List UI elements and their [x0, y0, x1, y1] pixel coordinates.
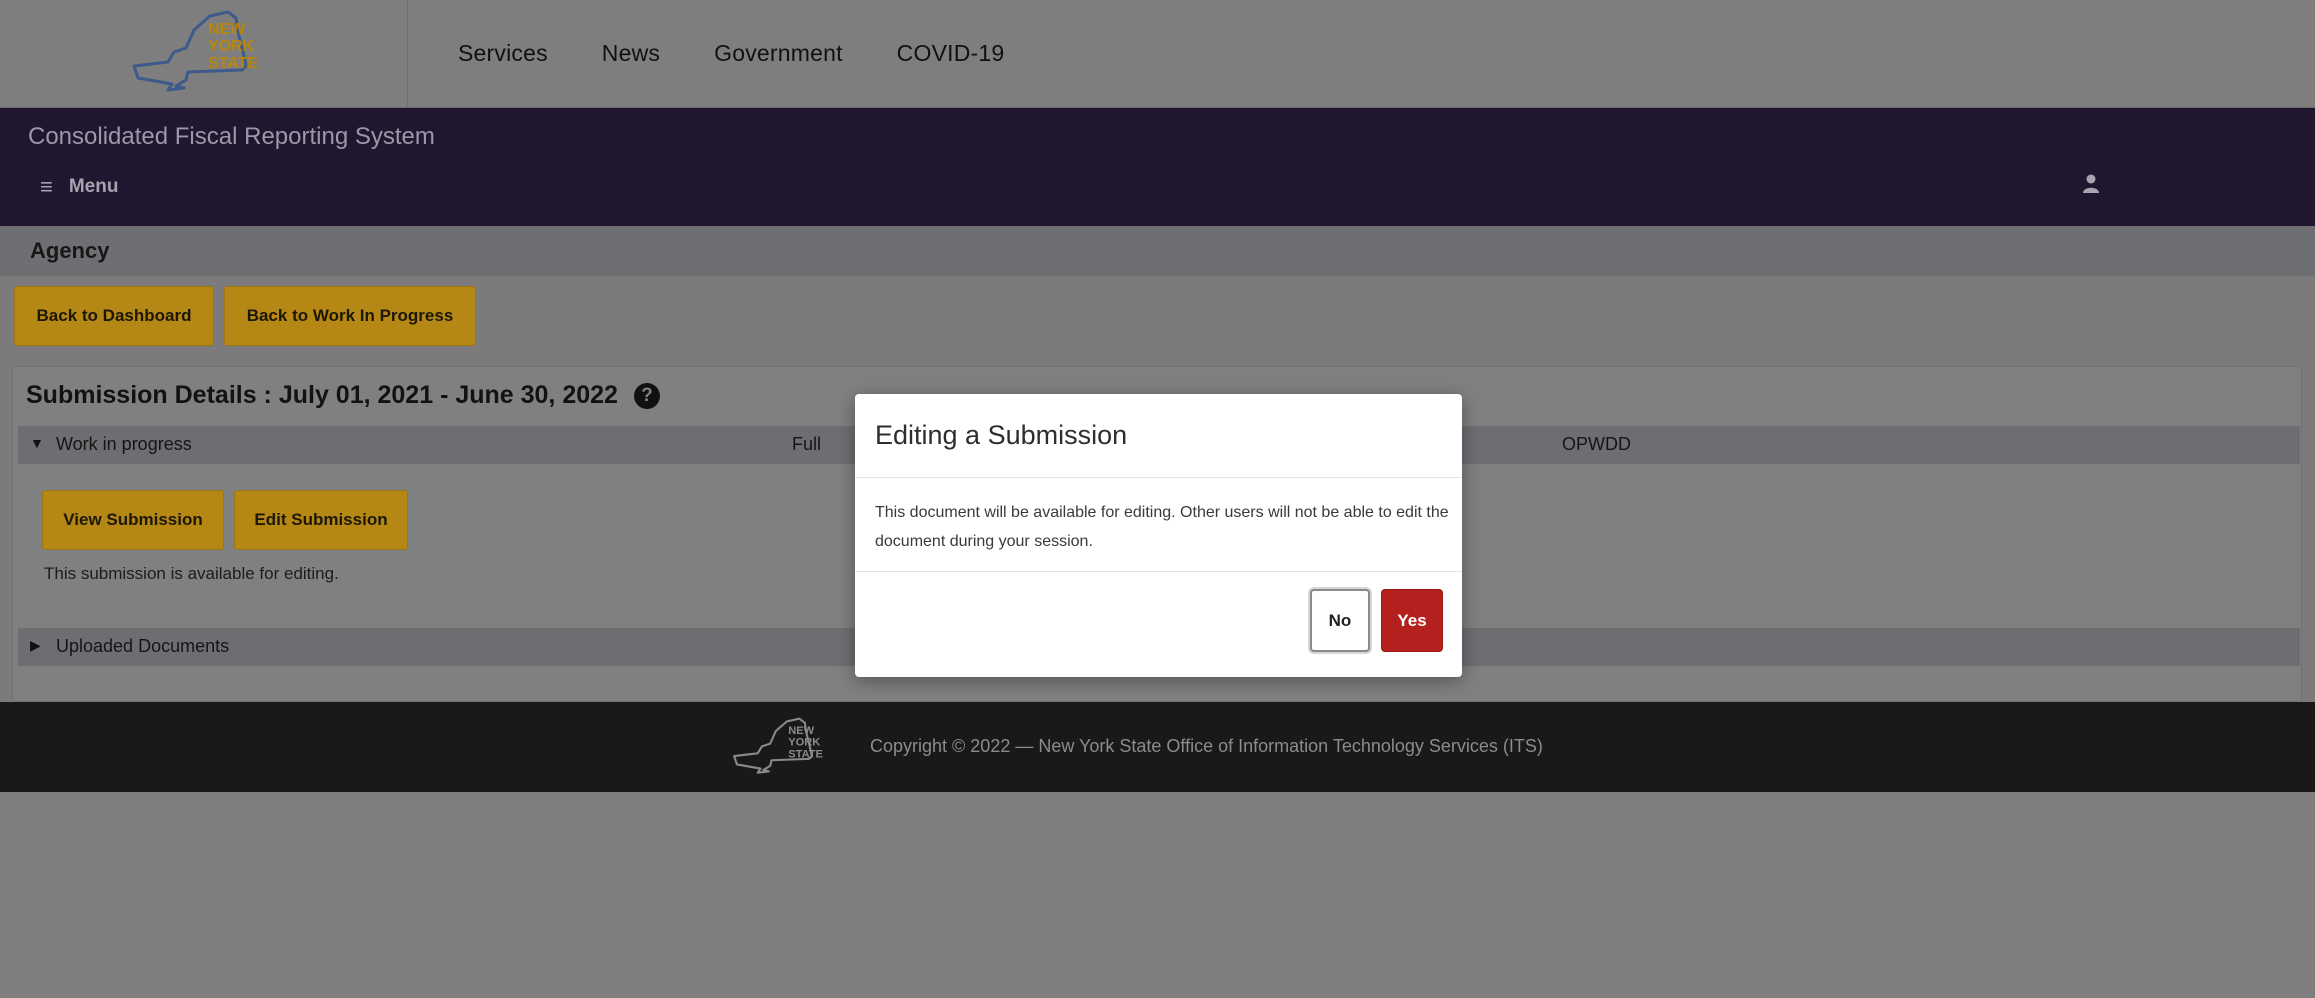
- availability-text: This submission is available for editing…: [44, 564, 339, 583]
- back-to-dashboard-button[interactable]: Back to Dashboard: [14, 286, 214, 346]
- uploaded-documents-label: Uploaded Documents: [56, 636, 230, 656]
- dialog-body: This document will be available for edit…: [855, 478, 1462, 572]
- view-submission-button[interactable]: View Submission: [42, 490, 224, 550]
- footer-nys-logo: NEW YORK STATE: [733, 717, 823, 774]
- no-button[interactable]: No: [1310, 589, 1370, 652]
- nys-global-header: NEW YORK STATE Services News Government …: [0, 0, 2315, 108]
- page-background: [0, 792, 2315, 998]
- svg-text:STATE: STATE: [208, 55, 258, 72]
- edit-submission-button[interactable]: Edit Submission: [234, 490, 408, 550]
- submission-details-title: Submission Details : July 01, 2021 - Jun…: [26, 381, 660, 410]
- nav-news[interactable]: News: [602, 40, 660, 67]
- svg-text:YORK: YORK: [788, 737, 820, 749]
- nys-logo[interactable]: NEW YORK STATE: [128, 8, 278, 92]
- menu-label: Menu: [68, 176, 119, 197]
- caret-down-icon: ▼: [30, 435, 44, 451]
- svg-text:YORK: YORK: [208, 38, 255, 55]
- work-in-progress-label: Work in progress: [56, 434, 192, 454]
- caret-right-icon: ▶: [30, 637, 41, 653]
- svg-text:NEW: NEW: [788, 725, 814, 737]
- agency-code: OPWDD: [1562, 434, 1631, 454]
- yes-button[interactable]: Yes: [1381, 589, 1443, 652]
- global-nav: Services News Government COVID-19: [458, 40, 1004, 67]
- svg-text:NEW: NEW: [208, 21, 246, 38]
- nav-covid-19[interactable]: COVID-19: [897, 40, 1005, 67]
- copyright-text: Copyright © 2022 — New York State Office…: [870, 736, 1543, 756]
- menu-button[interactable]: ≡ Menu: [40, 174, 118, 200]
- agency-bar: Agency: [0, 226, 2315, 276]
- agency-label: Agency: [30, 238, 110, 263]
- nav-services[interactable]: Services: [458, 40, 548, 67]
- nys-logo-area[interactable]: NEW YORK STATE: [0, 0, 408, 108]
- dialog-title: Editing a Submission: [875, 420, 1128, 450]
- nav-government[interactable]: Government: [714, 40, 843, 67]
- user-icon[interactable]: [2082, 174, 2100, 194]
- editing-submission-dialog: Editing a Submission This document will …: [855, 394, 1462, 677]
- submission-title-text: Submission Details : July 01, 2021 - Jun…: [26, 381, 618, 409]
- hamburger-icon: ≡: [40, 174, 53, 199]
- dialog-header: Editing a Submission: [855, 394, 1462, 478]
- dialog-footer: No Yes: [855, 572, 1462, 676]
- back-to-work-in-progress-button[interactable]: Back to Work In Progress: [224, 286, 476, 346]
- footer: NEW YORK STATE Copyright © 2022 — New Yo…: [0, 702, 2315, 792]
- app-bar: Consolidated Fiscal Reporting System ≡ M…: [0, 108, 2315, 226]
- submission-type: Full: [792, 434, 822, 454]
- svg-text:STATE: STATE: [788, 748, 823, 760]
- app-title: Consolidated Fiscal Reporting System: [28, 123, 435, 150]
- dialog-message: This document will be available for edit…: [875, 504, 1449, 550]
- help-icon[interactable]: ?: [633, 382, 660, 409]
